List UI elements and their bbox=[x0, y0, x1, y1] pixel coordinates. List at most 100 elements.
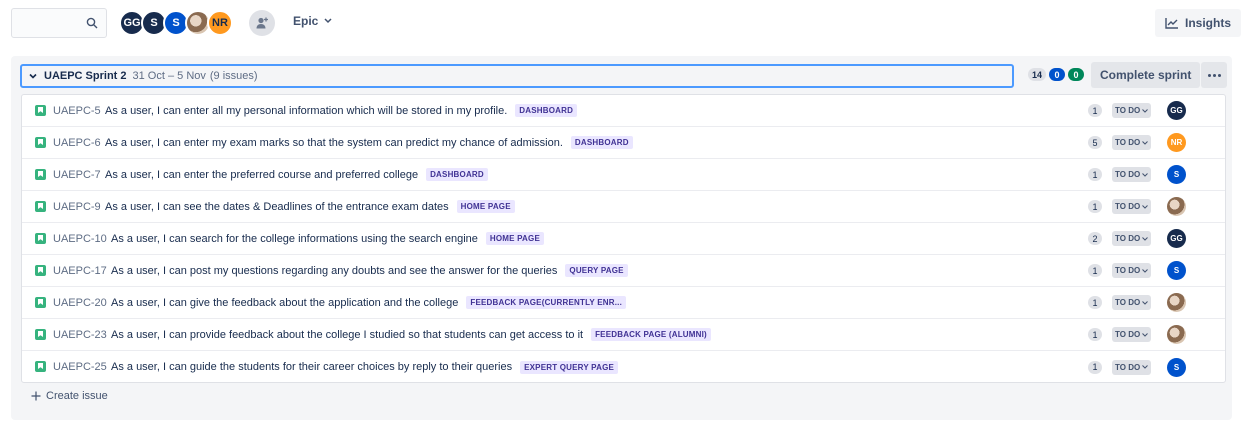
issue-key[interactable]: UAEPC-9 bbox=[53, 201, 101, 213]
story-icon bbox=[35, 233, 46, 244]
issue-key[interactable]: UAEPC-7 bbox=[53, 169, 101, 181]
complete-sprint-button[interactable]: Complete sprint bbox=[1091, 62, 1201, 88]
table-row[interactable]: UAEPC-9 As a user, I can see the dates &… bbox=[22, 191, 1225, 223]
table-row[interactable]: UAEPC-7 As a user, I can enter the prefe… bbox=[22, 159, 1225, 191]
table-row[interactable]: UAEPC-23 As a user, I can provide feedba… bbox=[22, 319, 1225, 351]
table-row[interactable]: UAEPC-10 As a user, I can search for the… bbox=[22, 223, 1225, 255]
story-points-badge: 1 bbox=[1088, 104, 1102, 117]
chevron-down-icon bbox=[1142, 140, 1149, 145]
epic-tag: FEEDBACK PAGE (ALUMNI) bbox=[591, 328, 711, 341]
add-people-button[interactable] bbox=[249, 10, 275, 36]
epic-tag: QUERY PAGE bbox=[565, 264, 628, 277]
sprint-status-counts: 14 0 0 bbox=[1028, 68, 1085, 81]
chevron-down-icon bbox=[1142, 236, 1149, 241]
story-icon bbox=[35, 361, 46, 372]
assignee-avatar[interactable] bbox=[1167, 197, 1186, 216]
assignee-avatar[interactable]: GG bbox=[1167, 229, 1186, 248]
status-dropdown[interactable]: TO DO bbox=[1112, 327, 1152, 342]
story-points-badge: 1 bbox=[1088, 360, 1102, 374]
assignee-avatar[interactable] bbox=[1167, 293, 1186, 312]
story-icon bbox=[35, 137, 46, 148]
more-actions-button[interactable] bbox=[1201, 62, 1227, 88]
assignee-avatar[interactable]: GG bbox=[1167, 101, 1186, 120]
assignee-avatar[interactable]: S bbox=[1167, 261, 1186, 280]
chevron-down-icon bbox=[324, 18, 332, 24]
story-icon bbox=[35, 265, 46, 276]
epic-tag: DASHBOARD bbox=[426, 168, 488, 181]
in-progress-count-badge: 0 bbox=[1049, 68, 1066, 81]
more-icon bbox=[1207, 73, 1211, 77]
add-person-icon bbox=[256, 17, 268, 29]
issue-key[interactable]: UAEPC-17 bbox=[53, 265, 107, 277]
story-icon bbox=[35, 201, 46, 212]
insights-label: Insights bbox=[1184, 16, 1231, 30]
search-input[interactable] bbox=[11, 8, 107, 38]
status-dropdown[interactable]: TO DO bbox=[1112, 231, 1152, 246]
status-dropdown[interactable]: TO DO bbox=[1112, 167, 1152, 182]
search-icon bbox=[86, 17, 98, 29]
plus-icon bbox=[31, 391, 41, 401]
table-row[interactable]: UAEPC-5 As a user, I can enter all my pe… bbox=[22, 95, 1225, 127]
issue-summary: As a user, I can enter the preferred cou… bbox=[105, 168, 419, 181]
chevron-down-icon[interactable] bbox=[28, 71, 38, 81]
issue-summary: As a user, I can give the feedback about… bbox=[111, 296, 459, 309]
insights-button[interactable]: Insights bbox=[1154, 9, 1241, 37]
issue-summary: As a user, I can enter my exam marks so … bbox=[105, 136, 563, 149]
assignee-filter-avatars: GG S S NR bbox=[119, 10, 233, 36]
epic-tag: DASHBOARD bbox=[570, 136, 633, 149]
issue-key[interactable]: UAEPC-10 bbox=[53, 233, 107, 245]
chevron-down-icon bbox=[1142, 332, 1149, 337]
issue-summary: As a user, I can guide the students for … bbox=[111, 361, 513, 373]
avatar[interactable]: NR bbox=[207, 10, 233, 36]
chart-line-icon bbox=[1165, 18, 1178, 29]
chevron-down-icon bbox=[1142, 172, 1149, 177]
issue-summary: As a user, I can enter all my personal i… bbox=[105, 104, 508, 117]
epic-tag: FEEDBACK PAGE(CURRENTLY ENR... bbox=[466, 296, 627, 309]
story-points-badge: 1 bbox=[1088, 200, 1102, 213]
sprint-header[interactable]: UAEPC Sprint 2 31 Oct – 5 Nov (9 issues) bbox=[20, 64, 1014, 88]
issue-key[interactable]: UAEPC-6 bbox=[53, 137, 101, 149]
assignee-avatar[interactable]: NR bbox=[1167, 133, 1186, 152]
epic-tag: HOME PAGE bbox=[485, 232, 544, 245]
sprint-issue-count: (9 issues) bbox=[209, 70, 258, 82]
story-icon bbox=[35, 105, 46, 116]
story-points-badge: 2 bbox=[1088, 232, 1102, 245]
assignee-avatar[interactable]: S bbox=[1167, 357, 1186, 377]
chevron-down-icon bbox=[1142, 300, 1149, 305]
status-dropdown[interactable]: TO DO bbox=[1112, 263, 1152, 278]
assignee-avatar[interactable] bbox=[1167, 325, 1186, 344]
story-points-badge: 5 bbox=[1088, 136, 1102, 149]
epic-tag: HOME PAGE bbox=[456, 200, 515, 213]
issue-summary: As a user, I can see the dates & Deadlin… bbox=[105, 200, 449, 213]
issue-key[interactable]: UAEPC-5 bbox=[53, 105, 101, 117]
status-dropdown[interactable]: TO DO bbox=[1112, 135, 1152, 150]
epic-tag: EXPERT QUERY PAGE bbox=[520, 360, 619, 374]
status-dropdown[interactable]: TO DO bbox=[1112, 359, 1152, 375]
done-count-badge: 0 bbox=[1068, 68, 1085, 81]
story-icon bbox=[35, 169, 46, 180]
epic-filter-dropdown[interactable]: Epic bbox=[293, 14, 332, 28]
assignee-avatar[interactable]: S bbox=[1167, 165, 1186, 184]
issue-summary: As a user, I can provide feedback about … bbox=[111, 328, 584, 341]
sprint-name: UAEPC Sprint 2 bbox=[44, 70, 127, 82]
create-issue-button[interactable]: Create issue bbox=[31, 390, 108, 402]
issue-summary: As a user, I can post my questions regar… bbox=[111, 264, 558, 277]
issue-key[interactable]: UAEPC-20 bbox=[53, 297, 107, 309]
status-dropdown[interactable]: TO DO bbox=[1112, 295, 1152, 310]
status-dropdown[interactable]: TO DO bbox=[1112, 199, 1152, 214]
status-dropdown[interactable]: TO DO bbox=[1112, 103, 1152, 118]
chevron-down-icon bbox=[1142, 365, 1149, 369]
epic-tag: DASHBOARD bbox=[515, 104, 578, 117]
sprint-panel: UAEPC Sprint 2 31 Oct – 5 Nov (9 issues)… bbox=[11, 56, 1232, 420]
table-row[interactable]: UAEPC-25 As a user, I can guide the stud… bbox=[22, 351, 1225, 383]
table-row[interactable]: UAEPC-20 As a user, I can give the feedb… bbox=[22, 287, 1225, 319]
chevron-down-icon bbox=[1142, 204, 1149, 209]
table-row[interactable]: UAEPC-17 As a user, I can post my questi… bbox=[22, 255, 1225, 287]
table-row[interactable]: UAEPC-6 As a user, I can enter my exam m… bbox=[22, 127, 1225, 159]
issue-key[interactable]: UAEPC-23 bbox=[53, 329, 107, 341]
story-points-badge: 1 bbox=[1088, 264, 1102, 277]
issue-key[interactable]: UAEPC-25 bbox=[53, 361, 107, 373]
story-points-badge: 1 bbox=[1088, 168, 1102, 181]
chevron-down-icon bbox=[1142, 108, 1149, 113]
todo-count-badge: 14 bbox=[1028, 68, 1047, 81]
